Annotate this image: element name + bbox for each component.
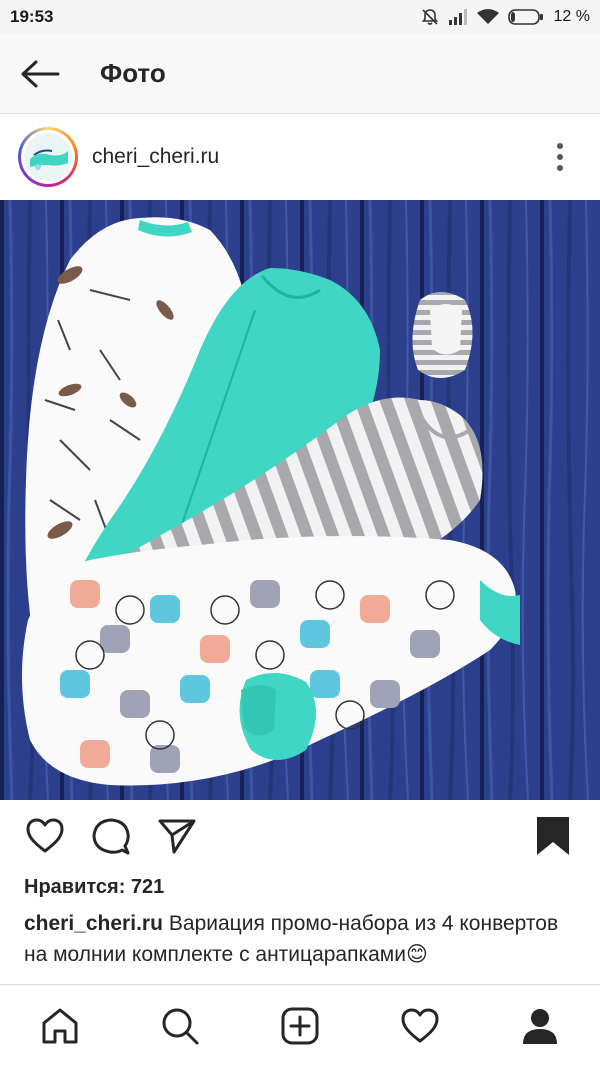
heart-icon — [26, 818, 64, 853]
save-button[interactable] — [528, 811, 578, 861]
share-button[interactable] — [152, 811, 202, 861]
likes-count[interactable]: Нравится: 721 — [24, 876, 164, 899]
arrow-left-icon — [21, 60, 60, 87]
nav-home[interactable] — [30, 996, 90, 1056]
nav-profile[interactable] — [510, 996, 570, 1056]
status-icons: 12 % — [420, 7, 590, 27]
nav-add[interactable] — [270, 996, 330, 1056]
avatar[interactable] — [18, 127, 78, 187]
caption-username[interactable]: cheri_cheri.ru — [24, 912, 163, 935]
post-caption: cheri_cheri.ru Вариация промо-набора из 4… — [24, 908, 584, 984]
signal-icon — [448, 9, 467, 25]
bookmark-icon — [537, 817, 569, 855]
like-button[interactable] — [20, 811, 70, 861]
post-photo-image — [0, 200, 600, 800]
avatar-image — [24, 133, 72, 181]
activity-heart-icon — [401, 1008, 439, 1042]
wifi-icon — [476, 9, 499, 24]
post-header: cheri_cheri.ru — [0, 114, 600, 200]
post-photo[interactable] — [0, 200, 600, 800]
more-options-button[interactable] — [538, 135, 582, 179]
page-title: Фото — [100, 58, 166, 88]
app-bar: Фото — [0, 34, 600, 114]
add-icon — [281, 1007, 319, 1044]
bottom-nav — [0, 984, 600, 1066]
battery-icon — [507, 9, 543, 25]
status-bar: 19:53 12 % — [0, 0, 600, 34]
nav-activity[interactable] — [390, 996, 450, 1056]
bell-off-icon — [421, 9, 438, 25]
post-actions — [0, 800, 600, 872]
battery-percent: 12 % — [553, 8, 590, 25]
nav-search[interactable] — [150, 996, 210, 1056]
post-username[interactable]: cheri_cheri.ru — [92, 145, 538, 169]
send-icon — [158, 819, 196, 854]
comment-button[interactable] — [86, 811, 136, 861]
profile-icon — [523, 1008, 557, 1044]
comment-icon — [92, 818, 130, 855]
back-button[interactable] — [0, 34, 80, 114]
search-icon — [162, 1008, 199, 1044]
home-icon — [42, 1008, 78, 1043]
status-time: 19:53 — [10, 7, 54, 26]
vertical-dots-icon — [557, 143, 563, 171]
